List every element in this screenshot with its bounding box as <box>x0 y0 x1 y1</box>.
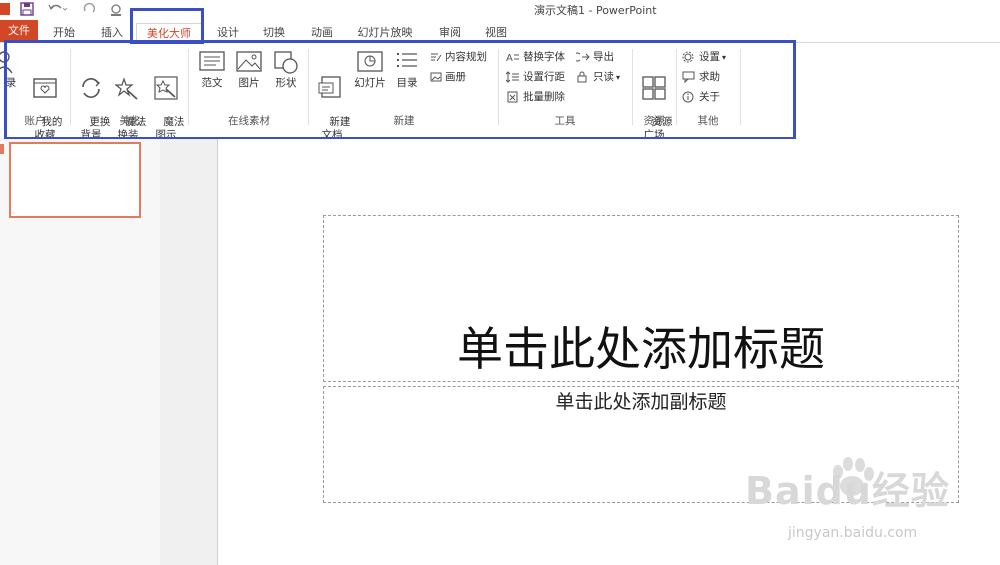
highlight-box-tab <box>130 8 204 44</box>
touch-mode-icon[interactable] <box>108 2 128 19</box>
subtitle-placeholder-text[interactable]: 单击此处添加副标题 <box>323 387 959 414</box>
save-icon[interactable] <box>20 2 34 19</box>
pane-splitter[interactable] <box>160 139 218 565</box>
tab-file[interactable]: 文件 <box>0 20 38 42</box>
redo-icon[interactable] <box>82 2 96 19</box>
slide-thumbnail[interactable] <box>9 142 141 218</box>
powerpoint-logo-icon[interactable] <box>0 2 10 19</box>
watermark-url: jingyan.baidu.com <box>788 525 918 541</box>
watermark-brand: Baidu经验 <box>745 469 950 513</box>
title-placeholder-text[interactable]: 单击此处添加标题 <box>323 313 959 379</box>
highlight-box-ribbon <box>4 40 796 140</box>
undo-icon[interactable] <box>48 2 68 19</box>
slide-number-marker <box>0 144 4 154</box>
window-title: 演示文稿1 - PowerPoint <box>534 4 657 17</box>
